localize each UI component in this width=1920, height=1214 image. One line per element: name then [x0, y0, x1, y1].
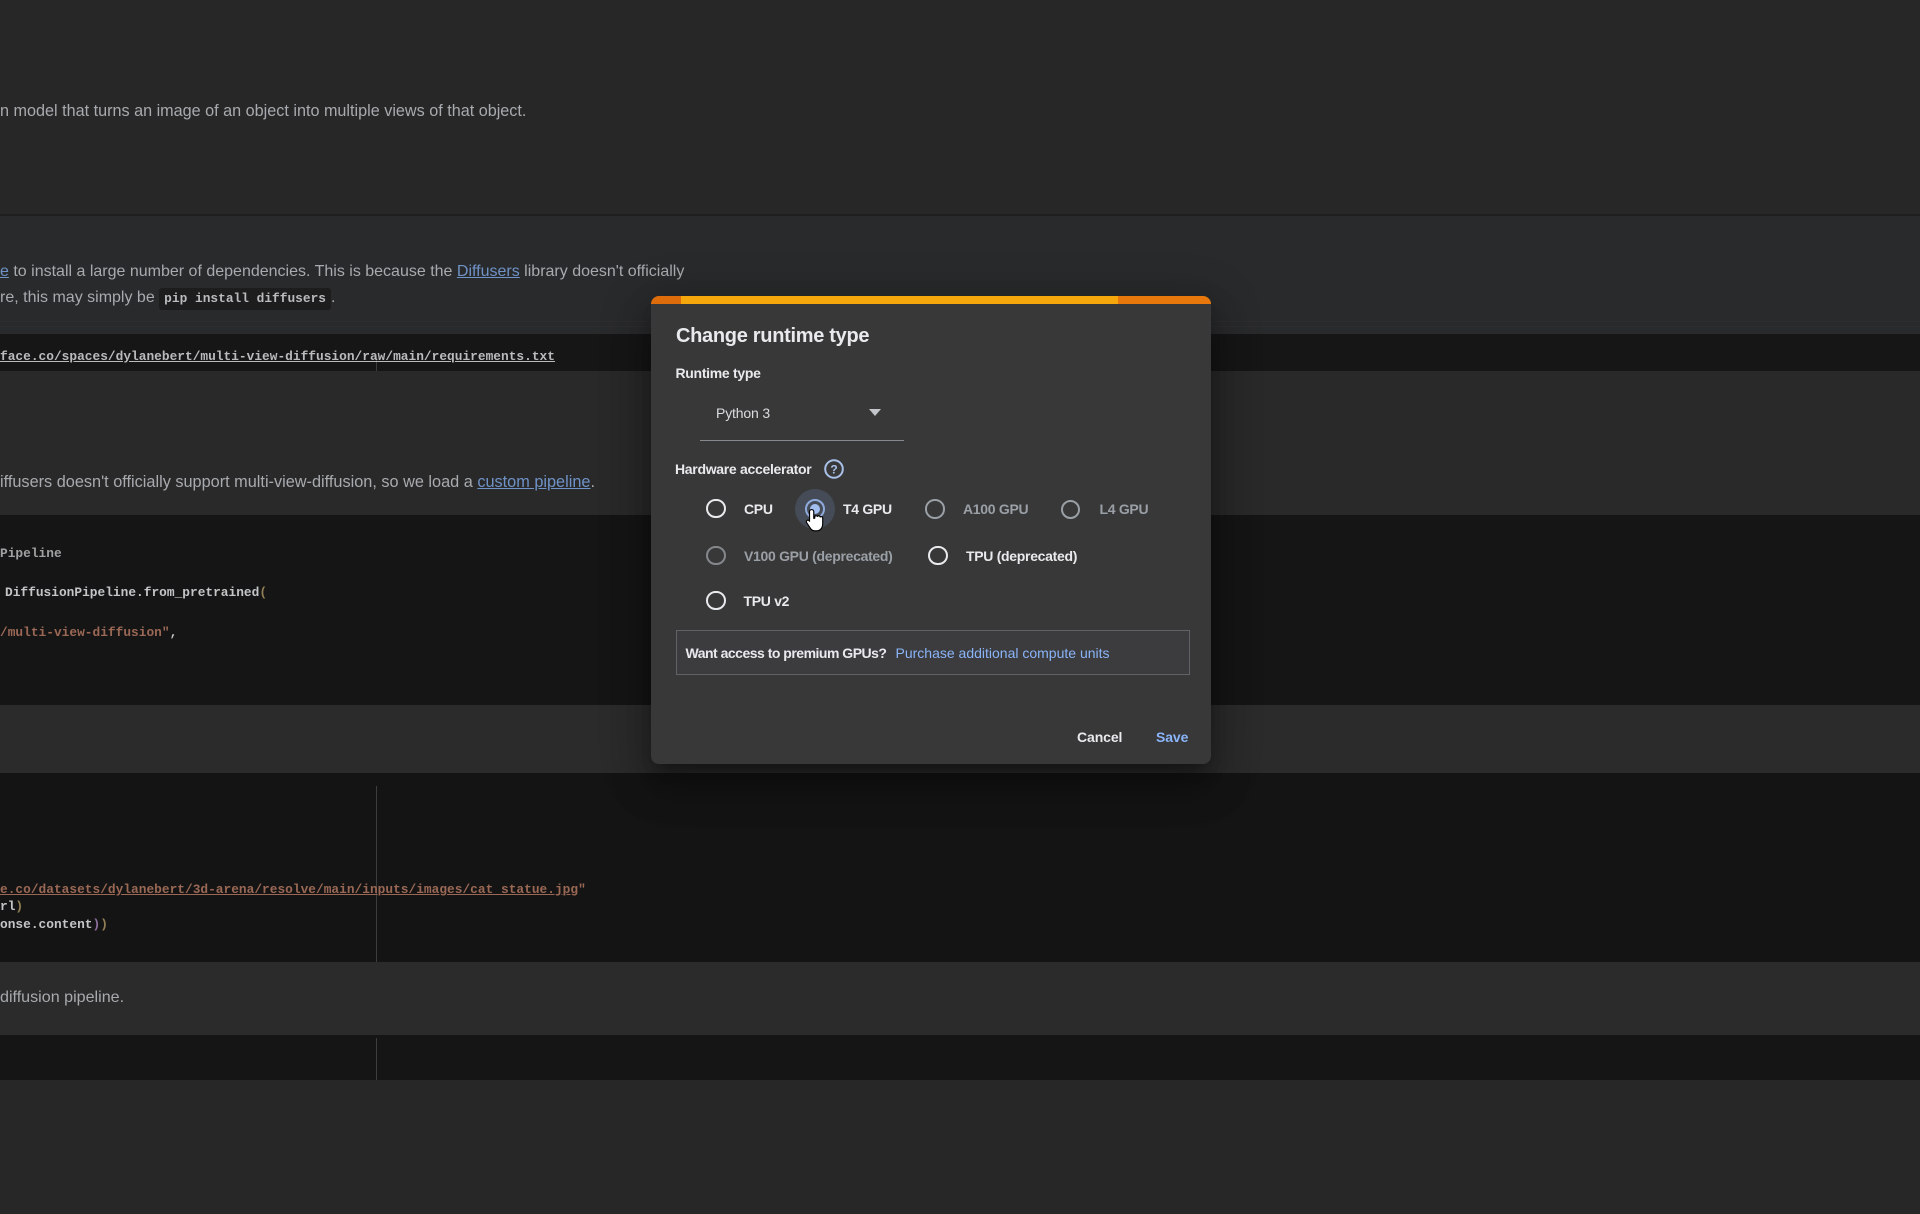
svg-text:?: ? [830, 462, 837, 476]
